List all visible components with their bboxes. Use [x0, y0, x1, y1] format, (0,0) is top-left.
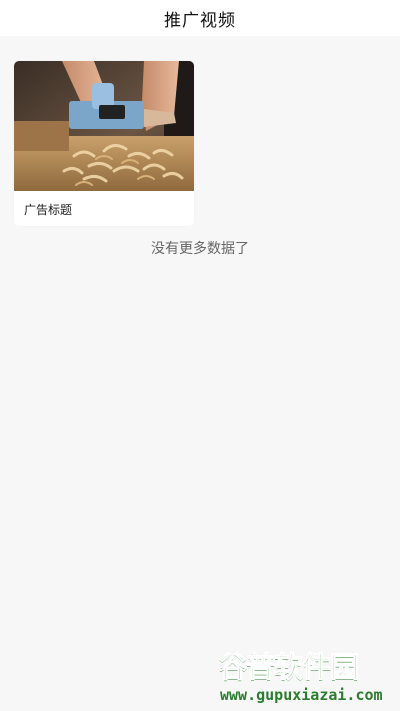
- page-title: 推广视频: [164, 10, 236, 31]
- video-thumbnail[interactable]: [14, 61, 194, 191]
- top-bar: 推广视频: [0, 0, 400, 36]
- video-card[interactable]: 广告标题: [14, 61, 194, 226]
- watermark-url: www.gupuxiazai.com: [220, 686, 383, 704]
- watermark-brand: 谷普软件园: [217, 647, 398, 685]
- watermark-logo: 谷普软件园 www.gupuxiazai.com: [217, 647, 398, 707]
- list-end-message: 没有更多数据了: [151, 241, 249, 257]
- video-title: 广告标题: [24, 203, 73, 217]
- watermark-brand-text: 谷普软件园: [217, 650, 359, 685]
